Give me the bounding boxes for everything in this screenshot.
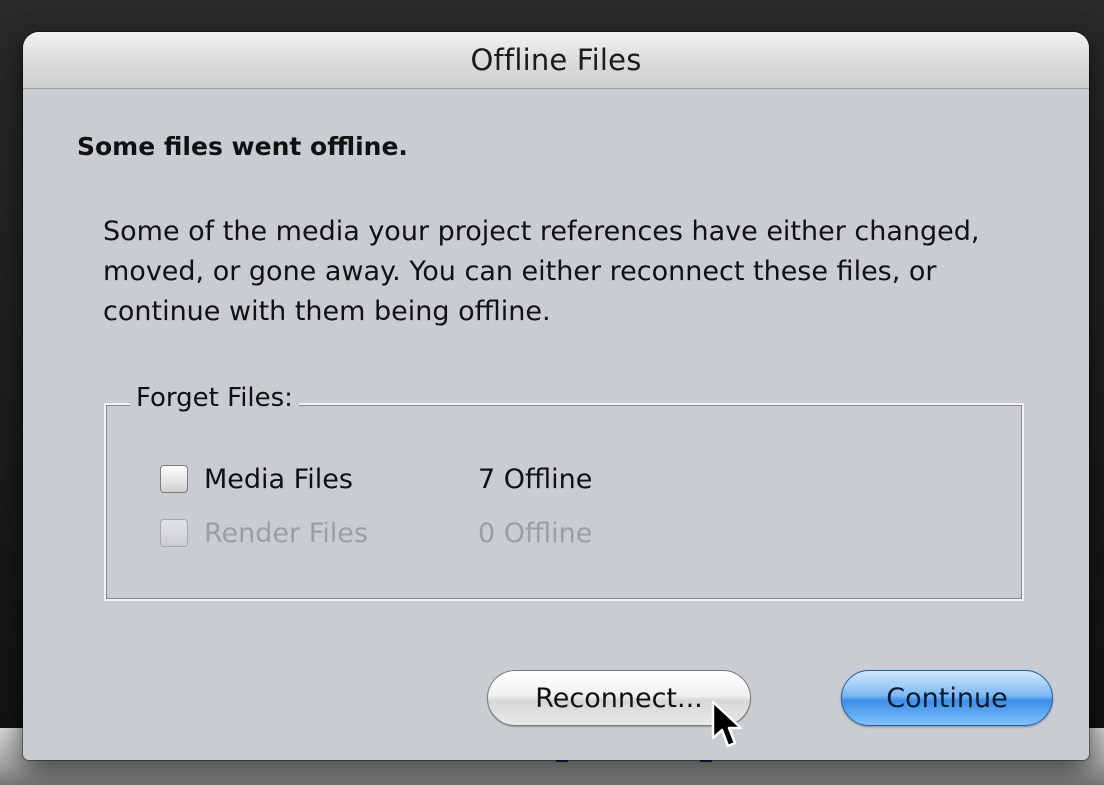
forget-files-group: Forget Files: Media Files 7 Offline Rend… — [104, 383, 1024, 601]
media-files-row: Media Files 7 Offline — [160, 461, 592, 497]
dialog-heading: Some files went offline. — [77, 132, 408, 161]
render-files-checkbox — [160, 519, 188, 547]
render-files-label: Render Files — [204, 517, 368, 549]
offline-files-dialog: Offline Files Some files went offline. S… — [23, 32, 1089, 760]
media-files-checkbox[interactable] — [160, 465, 188, 493]
arrow-cursor-icon — [711, 700, 743, 748]
dialog-message: Some of the media your project reference… — [103, 216, 980, 327]
render-files-count: 0 Offline — [478, 517, 593, 549]
dialog-title: Offline Files — [470, 43, 642, 77]
continue-button[interactable]: Continue — [841, 670, 1053, 726]
forget-files-legend: Forget Files: — [130, 383, 299, 413]
media-files-label[interactable]: Media Files — [204, 464, 478, 495]
render-files-row: Render Files 0 Offline — [160, 515, 592, 551]
media-files-count: 7 Offline — [478, 463, 593, 495]
dialog-titlebar[interactable]: Offline Files — [23, 32, 1089, 89]
